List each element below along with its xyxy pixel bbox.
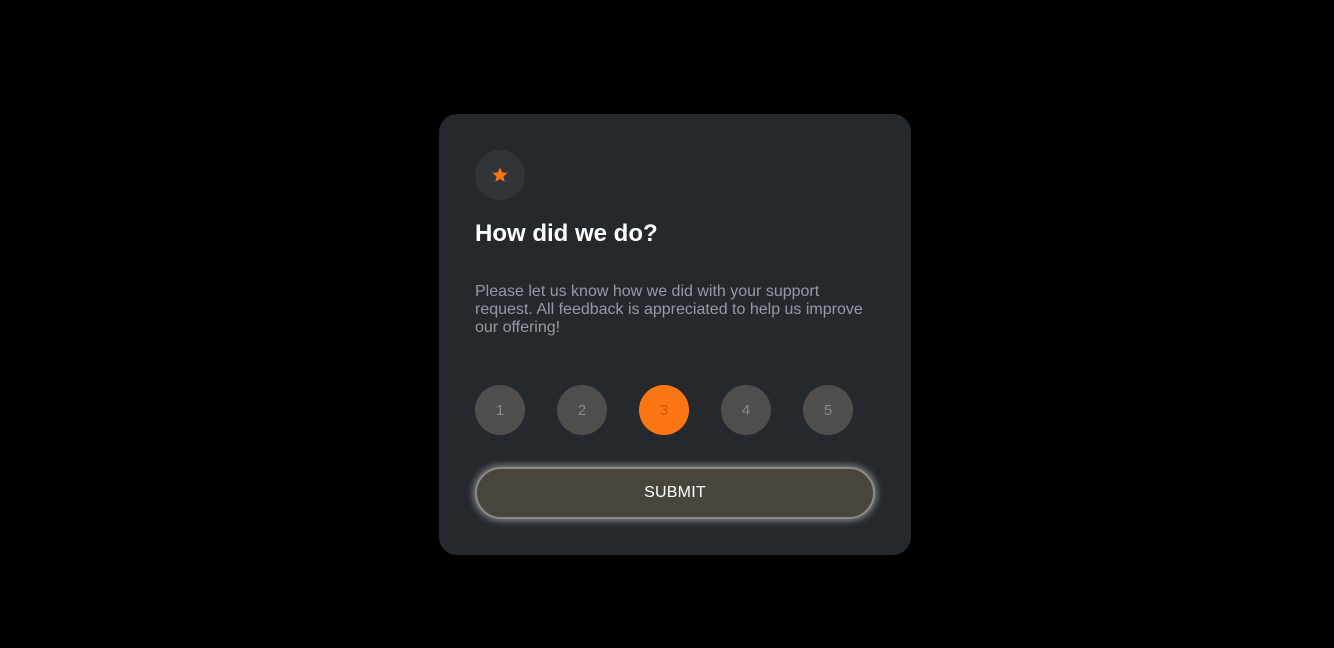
submit-button[interactable]: SUBMIT xyxy=(475,467,875,519)
star-icon xyxy=(492,167,508,182)
rating-card: How did we do? Please let us know how we… xyxy=(439,114,911,555)
rating-option-3[interactable]: 3 xyxy=(639,385,689,435)
card-title: How did we do? xyxy=(475,220,658,247)
rating-option-1[interactable]: 1 xyxy=(475,385,525,435)
star-badge xyxy=(475,150,525,200)
card-description: Please let us know how we did with your … xyxy=(475,283,863,336)
rating-options: 1 2 3 4 5 xyxy=(475,385,875,435)
rating-option-4[interactable]: 4 xyxy=(721,385,771,435)
rating-option-2[interactable]: 2 xyxy=(557,385,607,435)
rating-option-5[interactable]: 5 xyxy=(803,385,853,435)
